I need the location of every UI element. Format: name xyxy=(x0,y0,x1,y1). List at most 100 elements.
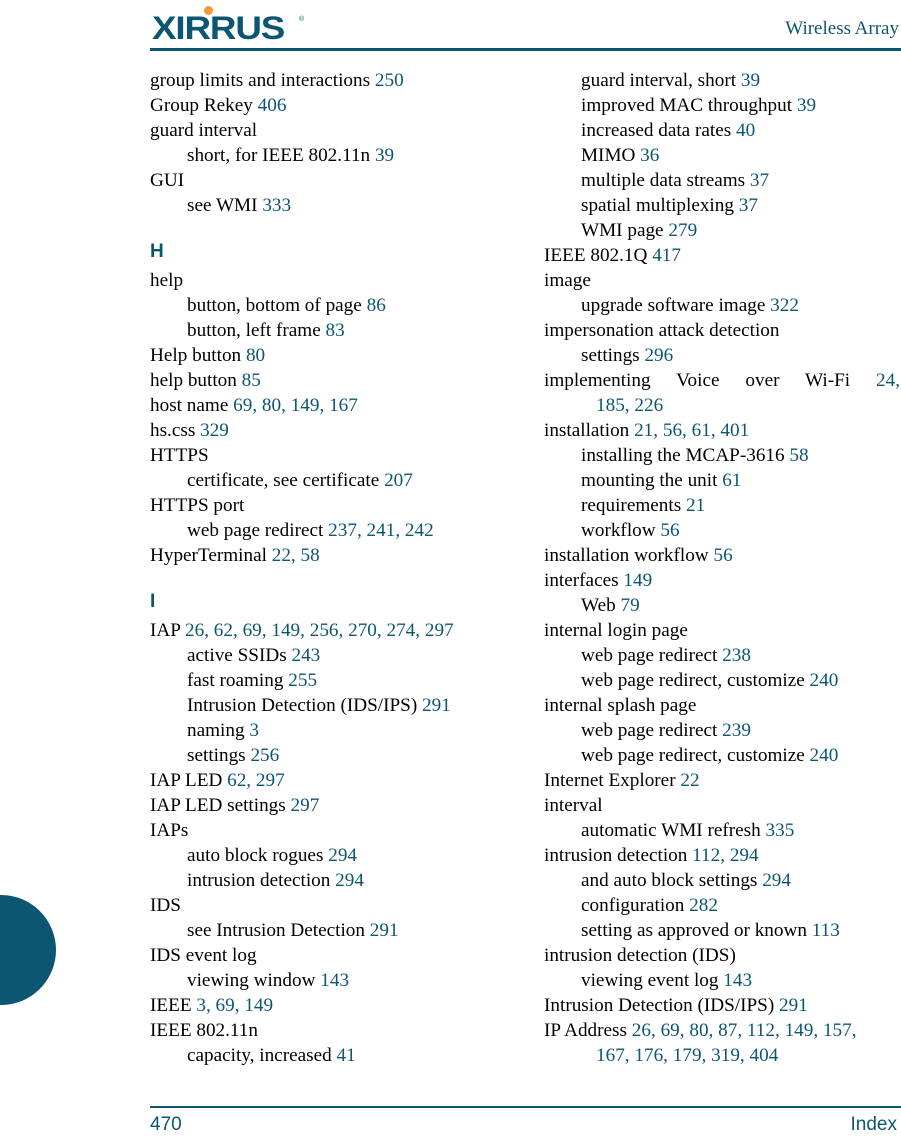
page-reference-link[interactable]: 112, 294 xyxy=(692,845,758,866)
page-reference-link[interactable]: 297 xyxy=(291,795,320,816)
page-reference-link[interactable]: 333 xyxy=(262,195,291,216)
index-term: increased data rates xyxy=(581,120,737,141)
page-reference-link[interactable]: 86 xyxy=(367,295,386,316)
page-reference-link[interactable]: 279 xyxy=(668,220,697,241)
page-reference-link[interactable]: 24, xyxy=(876,370,900,391)
page-reference-link[interactable]: 41 xyxy=(337,1045,356,1066)
index-entry: IAP LED settings 297 xyxy=(150,793,530,818)
page-reference-link[interactable]: 113 xyxy=(812,920,840,941)
page-reference-link[interactable]: 3, 69, 149 xyxy=(196,995,273,1016)
page-reference-link[interactable]: 294 xyxy=(335,870,364,891)
index-letter-heading: I xyxy=(150,591,156,612)
page-reference-link[interactable]: 21, 56, 61, 401 xyxy=(634,420,749,441)
index-entry: Intrusion Detection (IDS/IPS) 291 xyxy=(544,993,900,1018)
page-reference-link[interactable]: 58 xyxy=(789,445,808,466)
index-subentry: viewing window 143 xyxy=(150,968,530,993)
page-reference-link[interactable]: 39 xyxy=(741,70,760,91)
page-reference-link[interactable]: 417 xyxy=(652,245,681,266)
page-reference-link[interactable]: 238 xyxy=(722,645,751,666)
page-reference-link[interactable]: 62, 297 xyxy=(227,770,285,791)
index-term: spatial multiplexing xyxy=(581,195,739,216)
page-reference-link[interactable]: 406 xyxy=(258,95,287,116)
page-reference-link[interactable]: 294 xyxy=(762,870,791,891)
page-reference-link[interactable]: 243 xyxy=(291,645,320,666)
index-subentry: improved MAC throughput 39 xyxy=(544,93,900,118)
index-subentry: capacity, increased 41 xyxy=(150,1043,530,1068)
page-reference-link[interactable]: 335 xyxy=(766,820,795,841)
index-entry: IDS xyxy=(150,893,530,918)
page-reference-link[interactable]: 322 xyxy=(770,295,799,316)
index-subentry: multiple data streams 37 xyxy=(544,168,900,193)
index-term: IAPs xyxy=(150,820,189,841)
index-term: web page redirect, customize xyxy=(581,670,810,691)
page-reference-link[interactable]: 85 xyxy=(242,370,261,391)
page-reference-link[interactable]: 291 xyxy=(779,995,808,1016)
page-reference-link[interactable]: 56 xyxy=(713,545,732,566)
index-entry: HTTPS port xyxy=(150,493,530,518)
page-reference-link[interactable]: 240 xyxy=(810,670,839,691)
index-entry: Group Rekey 406 xyxy=(150,93,530,118)
index-term: viewing event log xyxy=(581,970,724,991)
page-reference-link[interactable]: 3 xyxy=(249,720,259,741)
index-term: hs.css xyxy=(150,420,201,441)
page-reference-link[interactable]: 37 xyxy=(739,195,758,216)
page-reference-link[interactable]: 256 xyxy=(250,745,279,766)
page-reference-link[interactable]: 239 xyxy=(722,720,751,741)
index-term: button, bottom of page xyxy=(187,295,367,316)
page-reference-link[interactable]: 294 xyxy=(328,845,357,866)
page-reference-link[interactable]: 61 xyxy=(722,470,741,491)
page-reference-link[interactable]: 39 xyxy=(375,145,394,166)
index-term: intrusion detection xyxy=(187,870,336,891)
page-reference-link[interactable]: 167, 176, 179, 319, 404 xyxy=(596,1045,778,1066)
page-reference-link[interactable]: 143 xyxy=(723,970,752,991)
page-reference-link[interactable]: 237, 241, 242 xyxy=(328,520,434,541)
page-reference-link[interactable]: 185, 226 xyxy=(596,395,663,416)
page-reference-link[interactable]: 250 xyxy=(375,70,404,91)
index-term: Internet Explorer xyxy=(544,770,681,791)
index-term: internal login page xyxy=(544,620,688,641)
page-reference-link[interactable]: 329 xyxy=(200,420,229,441)
page-reference-link[interactable]: 39 xyxy=(797,95,816,116)
index-subentry: short, for IEEE 802.11n 39 xyxy=(150,143,530,168)
index-term: intrusion detection (IDS) xyxy=(544,945,736,966)
page-reference-link[interactable]: 80 xyxy=(246,345,265,366)
page-reference-link[interactable]: 56 xyxy=(660,520,679,541)
index-term: implementing Voice over Wi-Fi xyxy=(544,370,877,391)
page-reference-link[interactable]: 79 xyxy=(620,595,639,616)
page-reference-link[interactable]: 255 xyxy=(288,670,317,691)
index-term: Web xyxy=(581,595,621,616)
page-reference-link[interactable]: 37 xyxy=(750,170,769,191)
page-reference-link[interactable]: 69, 80, 149, 167 xyxy=(233,395,358,416)
index-term: IAP LED xyxy=(150,770,228,791)
index-term: IP Address xyxy=(544,1020,632,1041)
page-reference-link[interactable]: 40 xyxy=(736,120,755,141)
page-reference-link[interactable]: 21 xyxy=(686,495,705,516)
page-reference-link[interactable]: 207 xyxy=(384,470,413,491)
index-entry: IEEE 802.11n xyxy=(150,1018,530,1043)
index-subentry: see Intrusion Detection 291 xyxy=(150,918,530,943)
page-reference-link[interactable]: 22, 58 xyxy=(272,545,320,566)
index-term: Intrusion Detection (IDS/IPS) xyxy=(544,995,780,1016)
index-term: IAP LED settings xyxy=(150,795,291,816)
index-term: see WMI xyxy=(187,195,263,216)
index-entry: internal splash page xyxy=(544,693,900,718)
page-reference-link[interactable]: 240 xyxy=(810,745,839,766)
page-reference-link[interactable]: 296 xyxy=(644,345,673,366)
page-reference-link[interactable]: 143 xyxy=(320,970,349,991)
page-reference-link[interactable]: 149 xyxy=(623,570,652,591)
page-reference-link[interactable]: 22 xyxy=(680,770,699,791)
index-term: group limits and interactions xyxy=(150,70,375,91)
page-reference-link[interactable]: 291 xyxy=(370,920,399,941)
index-term: active SSIDs xyxy=(187,645,292,666)
page-reference-link[interactable]: 26, 62, 69, 149, 256, 270, 274, 297 xyxy=(185,620,454,641)
index-column-right: guard interval, short 39 improved MAC thr… xyxy=(544,68,900,1068)
page-reference-link[interactable]: 26, 69, 80, 87, 112, 149, 157, xyxy=(632,1020,857,1041)
index-term: interfaces xyxy=(544,570,624,591)
index-subentry: see WMI 333 xyxy=(150,193,530,218)
page-reference-link[interactable]: 36 xyxy=(640,145,659,166)
page-reference-link[interactable]: 291 xyxy=(422,695,451,716)
page-reference-link[interactable]: 282 xyxy=(689,895,718,916)
index-subentry: workflow 56 xyxy=(544,518,900,543)
index-term: installation xyxy=(544,420,635,441)
page-reference-link[interactable]: 83 xyxy=(326,320,345,341)
